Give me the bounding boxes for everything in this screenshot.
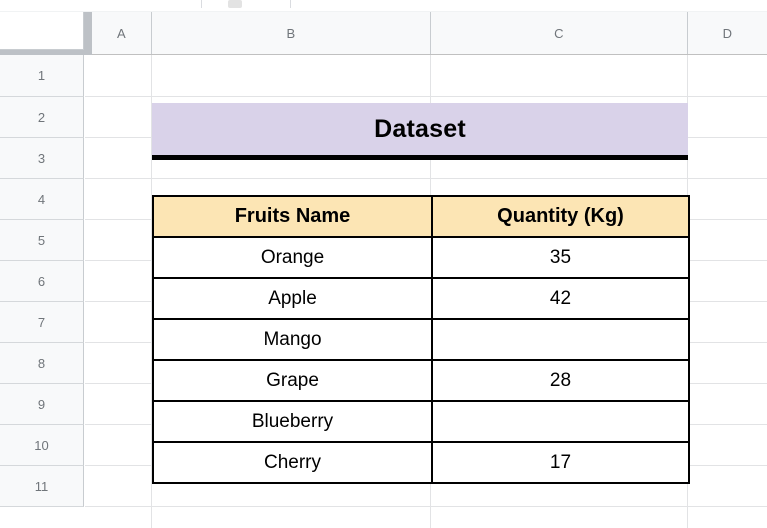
column-header-b[interactable]: B xyxy=(152,12,431,54)
gridline-horizontal xyxy=(85,96,767,97)
row-header-11[interactable]: 11 xyxy=(0,466,84,507)
row-header-6[interactable]: 6 xyxy=(0,261,84,302)
toolbar-fragment xyxy=(0,0,767,12)
cell-quantity[interactable] xyxy=(431,318,690,361)
table-row[interactable]: Mango xyxy=(152,318,690,361)
table-header-quantity[interactable]: Quantity (Kg) xyxy=(431,195,690,238)
column-header-row: A B C D xyxy=(0,12,767,55)
table-row[interactable]: Orange 35 xyxy=(152,236,690,279)
gridline-horizontal xyxy=(85,506,767,507)
gridline-horizontal xyxy=(85,178,767,179)
cell-fruit-name[interactable]: Mango xyxy=(152,318,433,361)
cell-fruit-name[interactable]: Orange xyxy=(152,236,433,279)
table-row[interactable]: Blueberry xyxy=(152,400,690,443)
row-header-10[interactable]: 10 xyxy=(0,425,84,466)
row-header-8[interactable]: 8 xyxy=(0,343,84,384)
cell-quantity[interactable]: 28 xyxy=(431,359,690,402)
table-row[interactable]: Cherry 17 xyxy=(152,441,690,484)
cell-fruit-name[interactable]: Grape xyxy=(152,359,433,402)
toolbar-separator xyxy=(201,0,202,8)
row-header-3[interactable]: 3 xyxy=(0,138,84,179)
row-header-2[interactable]: 2 xyxy=(0,97,84,138)
column-header-c[interactable]: C xyxy=(431,12,688,54)
table-header-row: Fruits Name Quantity (Kg) xyxy=(152,195,690,238)
cell-fruit-name[interactable]: Apple xyxy=(152,277,433,320)
row-header-4[interactable]: 4 xyxy=(0,179,84,220)
sheet-grid: A B C D 1 2 3 4 5 6 7 8 9 10 11 Dataset … xyxy=(0,12,767,528)
row-header-5[interactable]: 5 xyxy=(0,220,84,261)
table-row[interactable]: Apple 42 xyxy=(152,277,690,320)
cell-quantity[interactable]: 42 xyxy=(431,277,690,320)
table-header-fruits-name[interactable]: Fruits Name xyxy=(152,195,433,238)
cell-quantity[interactable]: 17 xyxy=(431,441,690,484)
dataset-title-banner[interactable]: Dataset xyxy=(152,103,688,160)
cell-fruit-name[interactable]: Cherry xyxy=(152,441,433,484)
row-header-1[interactable]: 1 xyxy=(0,55,84,97)
toolbar-icon[interactable] xyxy=(228,0,242,8)
row-header-9[interactable]: 9 xyxy=(0,384,84,425)
toolbar-separator xyxy=(290,0,291,8)
select-all-corner[interactable] xyxy=(0,12,84,50)
cell-quantity[interactable]: 35 xyxy=(431,236,690,279)
row-header-7[interactable]: 7 xyxy=(0,302,84,343)
cell-fruit-name[interactable]: Blueberry xyxy=(152,400,433,443)
column-header-d[interactable]: D xyxy=(688,12,767,54)
table-row[interactable]: Grape 28 xyxy=(152,359,690,402)
column-header-a[interactable]: A xyxy=(92,12,152,54)
dataset-table[interactable]: Fruits Name Quantity (Kg) Orange 35 Appl… xyxy=(152,195,690,484)
cell-quantity[interactable] xyxy=(431,400,690,443)
corner-shade-right xyxy=(84,12,92,55)
spreadsheet-app: A B C D 1 2 3 4 5 6 7 8 9 10 11 Dataset … xyxy=(0,0,767,528)
